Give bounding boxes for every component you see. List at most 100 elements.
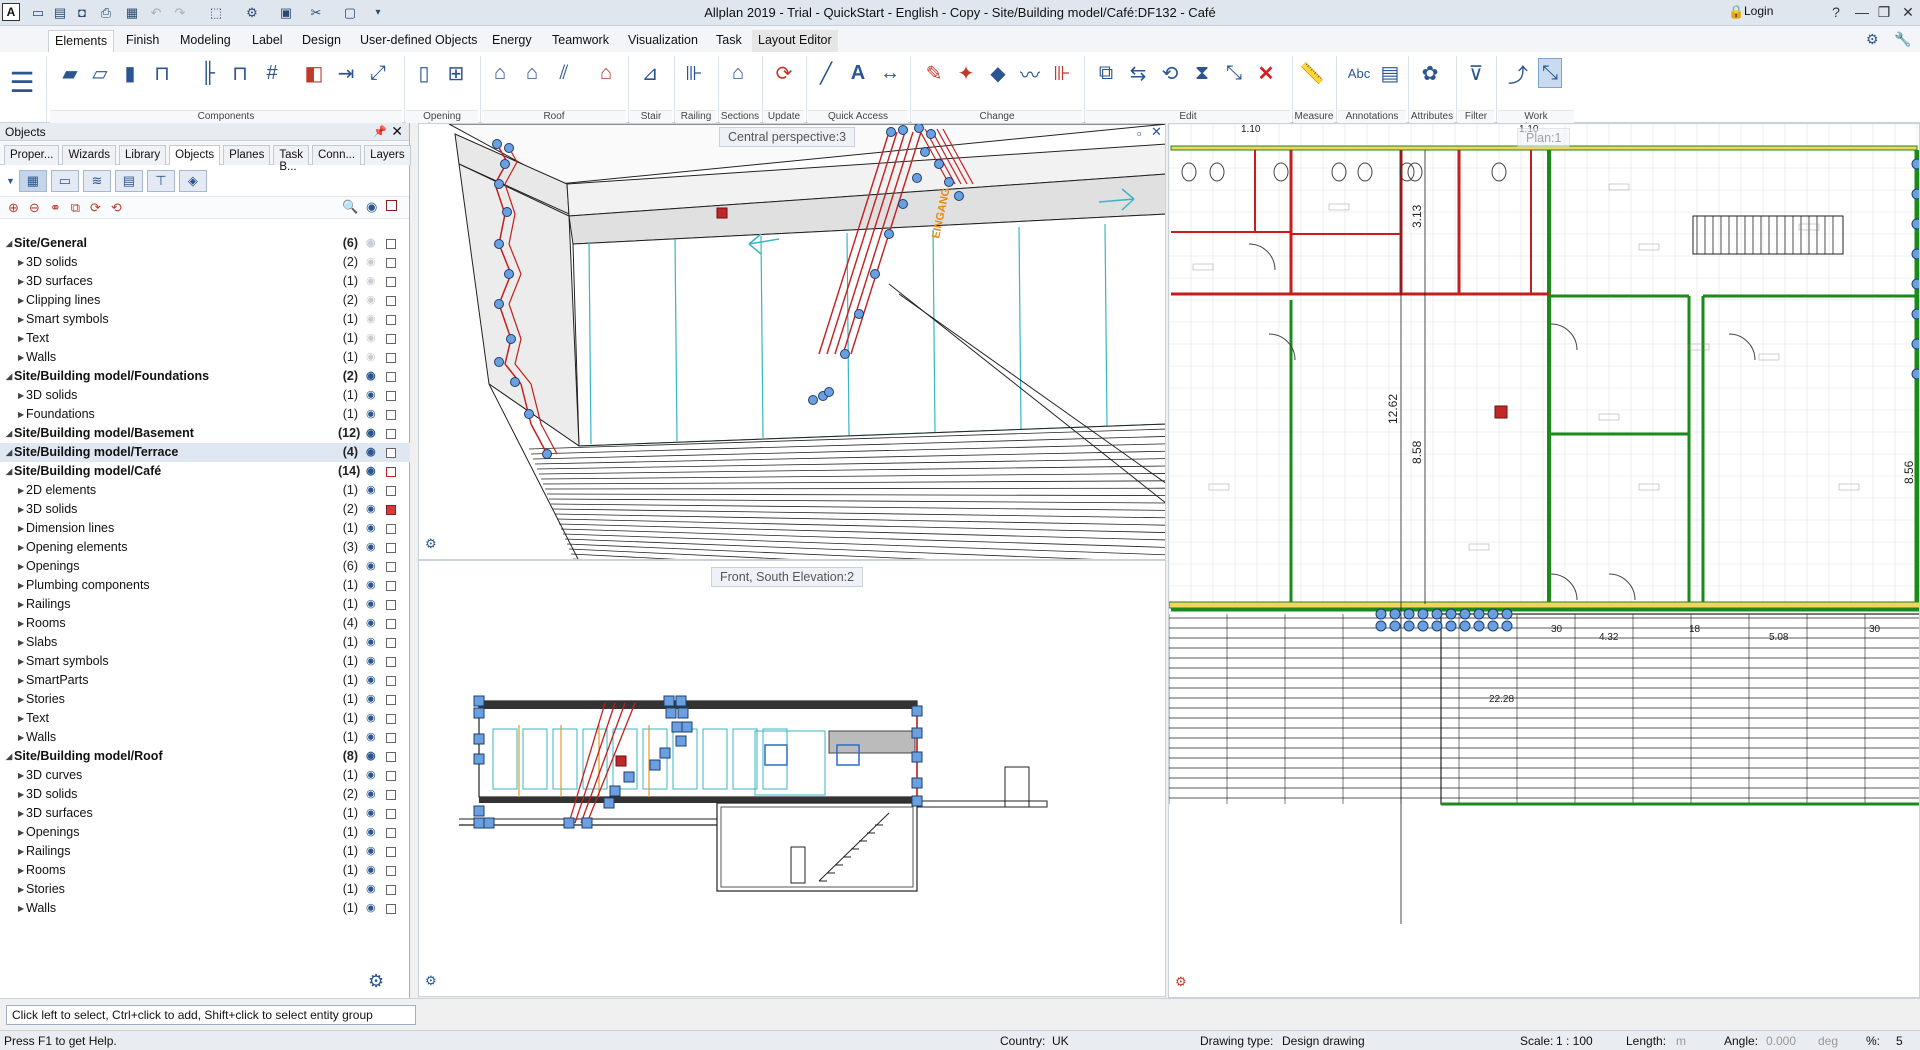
- expand-arrow-icon[interactable]: ▶: [18, 633, 24, 652]
- select-checkbox[interactable]: [386, 752, 396, 762]
- tree-item[interactable]: ▶ Rooms (1) ◉: [0, 861, 410, 880]
- tree-group[interactable]: ◢ Site/Building model/Roof (8) ◉: [0, 747, 410, 766]
- text-icon[interactable]: A: [846, 58, 870, 88]
- visibility-eye-icon[interactable]: ◉: [366, 329, 376, 348]
- structure-view-icon[interactable]: ▦: [18, 169, 47, 192]
- visibility-eye-icon[interactable]: ◉: [366, 671, 376, 690]
- tree-item[interactable]: ▶ Smart symbols (1) ◉: [0, 652, 410, 671]
- expand-arrow-icon[interactable]: ▶: [18, 823, 24, 842]
- tree-item[interactable]: ▶ 3D surfaces (1) ◉: [0, 272, 410, 291]
- visibility-eye-icon[interactable]: ◉: [366, 538, 376, 557]
- select-checkbox[interactable]: [386, 809, 396, 819]
- expand-arrow-icon[interactable]: ▶: [18, 253, 24, 272]
- visibility-toggle-icon[interactable]: ◉: [366, 199, 377, 215]
- viewport-perspective[interactable]: EINGANG Central perspective:3 ▫ ✕ ⚙: [418, 123, 1166, 560]
- visibility-eye-icon[interactable]: ◉: [366, 842, 376, 861]
- visibility-eye-icon[interactable]: ◉: [366, 405, 376, 424]
- select-checkbox[interactable]: [386, 372, 396, 382]
- visibility-eye-icon[interactable]: ◉: [366, 766, 376, 785]
- railing-icon[interactable]: ⊪: [682, 58, 706, 88]
- tree-item[interactable]: ▶ Foundations (1) ◉: [0, 405, 410, 424]
- window-icon[interactable]: ⊞: [444, 58, 468, 88]
- collapse-all-icon[interactable]: ⊖: [29, 200, 40, 216]
- select-checkbox[interactable]: [386, 334, 396, 344]
- expand-arrow-icon[interactable]: ▶: [18, 595, 24, 614]
- tree-item[interactable]: ▶ Text (1) ◉: [0, 329, 410, 348]
- viewport-settings-icon[interactable]: ⚙: [425, 973, 437, 989]
- expand-arrow-icon[interactable]: ▶: [18, 576, 24, 595]
- tree-item[interactable]: ▶ Slabs (1) ◉: [0, 633, 410, 652]
- visibility-eye-icon[interactable]: ◉: [366, 785, 376, 804]
- panel-tab-objects[interactable]: Objects: [169, 145, 221, 165]
- expand-arrow-icon[interactable]: ▶: [18, 804, 24, 823]
- select-checkbox[interactable]: [386, 714, 396, 724]
- refresh-icon[interactable]: ⟳: [90, 200, 101, 216]
- expand-arrow-icon[interactable]: ▶: [18, 842, 24, 861]
- tree-item[interactable]: ▶ Railings (1) ◉: [0, 842, 410, 861]
- tree-item[interactable]: ▶ 3D solids (2) ◉: [0, 253, 410, 272]
- tree-group[interactable]: ◢ Site/Building model/Basement (12) ◉: [0, 424, 410, 443]
- select-checkbox[interactable]: [386, 467, 396, 477]
- select-checkbox[interactable]: [386, 904, 396, 914]
- expand-arrow-icon[interactable]: ▶: [18, 614, 24, 633]
- close-icon[interactable]: ✕: [1896, 2, 1920, 22]
- expand-arrow-icon[interactable]: ▶: [18, 671, 24, 690]
- visibility-eye-icon[interactable]: ◉: [366, 291, 376, 310]
- tab-design[interactable]: Design: [296, 30, 347, 52]
- visibility-eye-icon[interactable]: ◉: [366, 747, 376, 766]
- visibility-eye-icon[interactable]: ◉: [366, 633, 376, 652]
- tree-group[interactable]: ◢ Site/Building model/Terrace (4) ◉: [0, 443, 410, 462]
- select-checkbox[interactable]: [386, 828, 396, 838]
- maximize-icon[interactable]: ❐: [1872, 2, 1896, 22]
- work-environment-icon[interactable]: ⤴: [1506, 58, 1530, 88]
- expand-arrow-icon[interactable]: ▶: [18, 500, 24, 519]
- tab-user-defined-objects[interactable]: User-defined Objects: [354, 30, 483, 52]
- door-icon[interactable]: ▯: [412, 58, 436, 88]
- visibility-eye-icon[interactable]: ◉: [366, 272, 376, 291]
- select-checkbox[interactable]: [386, 600, 396, 610]
- ribbon-settings-icon[interactable]: ⚙: [1866, 31, 1879, 48]
- select-checkbox[interactable]: [386, 733, 396, 743]
- expand-arrow-icon[interactable]: ▶: [18, 652, 24, 671]
- scale-value[interactable]: 1 : 100: [1556, 1034, 1593, 1048]
- select-checkbox[interactable]: [386, 277, 396, 287]
- expand-arrow-icon[interactable]: ▶: [18, 880, 24, 899]
- tree-item[interactable]: ▶ Stories (1) ◉: [0, 880, 410, 899]
- tree-item[interactable]: ▶ 3D solids (2) ◉: [0, 500, 410, 519]
- legend-icon[interactable]: ▤: [1378, 58, 1402, 88]
- select-checkbox[interactable]: [386, 391, 396, 401]
- column-icon[interactable]: ▮: [118, 58, 142, 88]
- viewport-close-icon[interactable]: ✕: [1151, 124, 1162, 140]
- label-abc-icon[interactable]: Abc: [1344, 58, 1374, 88]
- tree-item[interactable]: ▶ Walls (1) ◉: [0, 348, 410, 367]
- angle-value[interactable]: 0.000: [1766, 1034, 1796, 1048]
- lintel-icon[interactable]: ⊓: [228, 58, 252, 88]
- select-objects-icon[interactable]: ⚭: [50, 200, 61, 216]
- tree-item[interactable]: ▶ Walls (1) ◉: [0, 728, 410, 747]
- tree-item[interactable]: ▶ Rooms (4) ◉: [0, 614, 410, 633]
- foundation-icon[interactable]: ⊓: [150, 58, 174, 88]
- visibility-eye-icon[interactable]: ◉: [366, 424, 376, 443]
- tree-item[interactable]: ▶ Stories (1) ◉: [0, 690, 410, 709]
- ribbon-tools-icon[interactable]: 🔧: [1894, 31, 1911, 48]
- visibility-eye-icon[interactable]: ◉: [366, 462, 376, 481]
- roof-plane-icon[interactable]: ⌂: [520, 58, 544, 88]
- tab-task[interactable]: Task: [710, 30, 748, 52]
- rafter-icon[interactable]: ⫽: [552, 58, 576, 88]
- tag-view-icon[interactable]: ◈: [178, 169, 207, 192]
- tree-item[interactable]: ▶ Text (1) ◉: [0, 709, 410, 728]
- tree-item[interactable]: ▶ SmartParts (1) ◉: [0, 671, 410, 690]
- visibility-eye-icon[interactable]: ◉: [366, 481, 376, 500]
- tree-item[interactable]: ▶ Walls (1) ◉: [0, 899, 410, 918]
- select-checkbox[interactable]: [386, 657, 396, 667]
- panel-tab-task-board[interactable]: Task B...: [273, 145, 309, 173]
- visibility-eye-icon[interactable]: ◉: [366, 367, 376, 386]
- visibility-eye-icon[interactable]: ◉: [366, 709, 376, 728]
- country-value[interactable]: UK: [1052, 1034, 1069, 1048]
- visibility-eye-icon[interactable]: ◉: [366, 443, 376, 462]
- expand-arrow-icon[interactable]: ▶: [18, 728, 24, 747]
- viewport-plan[interactable]: 3.13 12.62 8.58 8.56 4.32 5.08 22.28 30 18 30 1.10…: [1168, 123, 1920, 998]
- panel-tab-wizards[interactable]: Wizards: [62, 145, 116, 165]
- mirror-icon[interactable]: ⧗: [1190, 58, 1214, 88]
- panel-tab-properties[interactable]: Proper...: [4, 145, 60, 165]
